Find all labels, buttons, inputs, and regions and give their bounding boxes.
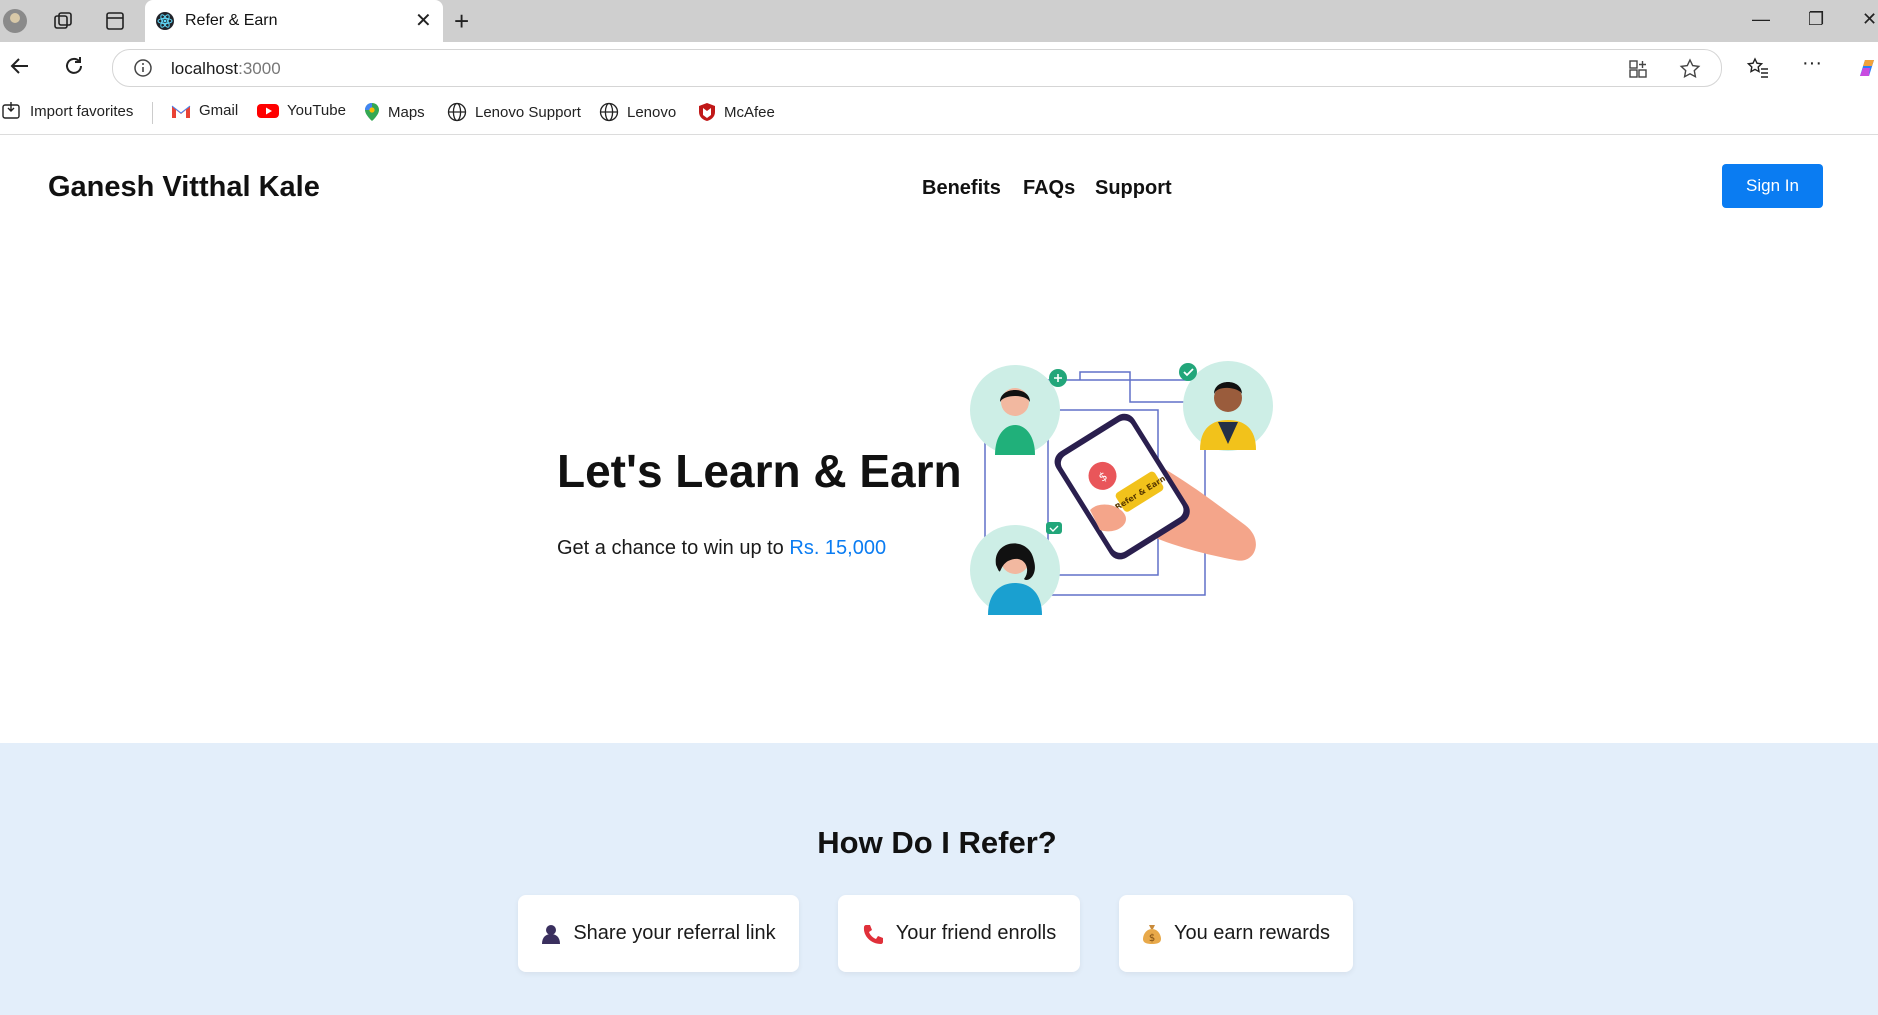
app-available-icon[interactable] — [1627, 58, 1649, 85]
gmail-icon — [171, 105, 191, 118]
step-share-link: Share your referral link — [518, 895, 799, 972]
favorite-star-icon[interactable] — [1679, 58, 1701, 85]
back-icon[interactable] — [8, 54, 32, 84]
favorites-icon[interactable] — [1746, 56, 1770, 85]
copilot-icon[interactable] — [1856, 56, 1878, 85]
bookmark-lenovo-support[interactable]: Lenovo Support — [447, 102, 581, 122]
nav-support[interactable]: Support — [1095, 177, 1172, 200]
more-options-icon[interactable]: ··· — [1802, 52, 1822, 75]
address-bar[interactable]: localhost:3000 — [112, 49, 1722, 87]
sign-in-button[interactable]: Sign In — [1722, 164, 1823, 208]
bookmarks-bar: Import favorites Gmail YouTube Maps Leno… — [0, 92, 1878, 135]
minimize-icon[interactable]: — — [1752, 9, 1770, 30]
import-icon — [2, 102, 20, 119]
hero-title: Let's Learn & Earn — [557, 445, 962, 497]
react-icon — [155, 11, 175, 36]
svg-text:$: $ — [1149, 933, 1155, 944]
refresh-icon[interactable] — [62, 54, 86, 84]
bookmark-import-favorites[interactable]: Import favorites — [2, 102, 133, 120]
url-text: localhost:3000 — [171, 59, 281, 78]
globe-icon — [599, 102, 619, 122]
bookmark-gmail[interactable]: Gmail — [171, 102, 238, 119]
tab-close-icon[interactable]: ✕ — [415, 8, 432, 33]
step-earn-rewards: $ You earn rewards — [1119, 895, 1353, 972]
bookmark-mcafee[interactable]: McAfee — [698, 102, 775, 122]
globe-icon — [447, 102, 467, 122]
nav-benefits[interactable]: Benefits — [922, 177, 1001, 200]
hero-subtitle: Get a chance to win up to Rs. 15,000 — [557, 537, 887, 559]
site-info-icon[interactable] — [133, 58, 153, 83]
browser-tab-active[interactable]: Refer & Earn ✕ — [145, 0, 443, 42]
step-friend-enrolls: Your friend enrolls — [838, 895, 1080, 972]
prize-amount: Rs. 15,000 — [789, 537, 887, 559]
restore-icon[interactable]: ❐ — [1808, 9, 1824, 30]
how-to-refer-title: How Do I Refer? — [817, 825, 1057, 860]
page-viewport: Ganesh Vitthal Kale Benefits FAQs Suppor… — [0, 135, 1878, 1015]
vertical-tabs-icon[interactable] — [104, 10, 126, 37]
nav-faqs[interactable]: FAQs — [1023, 177, 1075, 200]
phone-icon — [863, 924, 883, 944]
bookmark-separator — [152, 102, 153, 124]
money-bag-icon: $ — [1142, 924, 1161, 944]
bookmark-lenovo[interactable]: Lenovo — [599, 102, 676, 122]
tab-title: Refer & Earn — [185, 12, 278, 29]
refer-earn-illustration: $ Refer & Earn — [960, 360, 1295, 620]
maps-pin-icon — [365, 103, 379, 121]
bookmark-maps[interactable]: Maps — [364, 102, 425, 122]
mcafee-shield-icon — [699, 103, 715, 121]
profile-avatar-icon[interactable] — [2, 8, 28, 39]
workspaces-icon[interactable] — [52, 10, 74, 37]
browser-toolbar: localhost:3000 ··· — [0, 42, 1878, 92]
how-to-refer-section — [0, 743, 1878, 1015]
close-window-icon[interactable]: ✕ — [1862, 9, 1877, 30]
person-icon — [542, 924, 561, 944]
youtube-icon — [257, 103, 279, 118]
browser-tab-strip: Refer & Earn ✕ + — ❐ ✕ — [0, 0, 1878, 42]
brand-name: Ganesh Vitthal Kale — [48, 171, 320, 203]
bookmark-youtube[interactable]: YouTube — [257, 102, 346, 119]
new-tab-icon[interactable]: + — [454, 6, 469, 37]
